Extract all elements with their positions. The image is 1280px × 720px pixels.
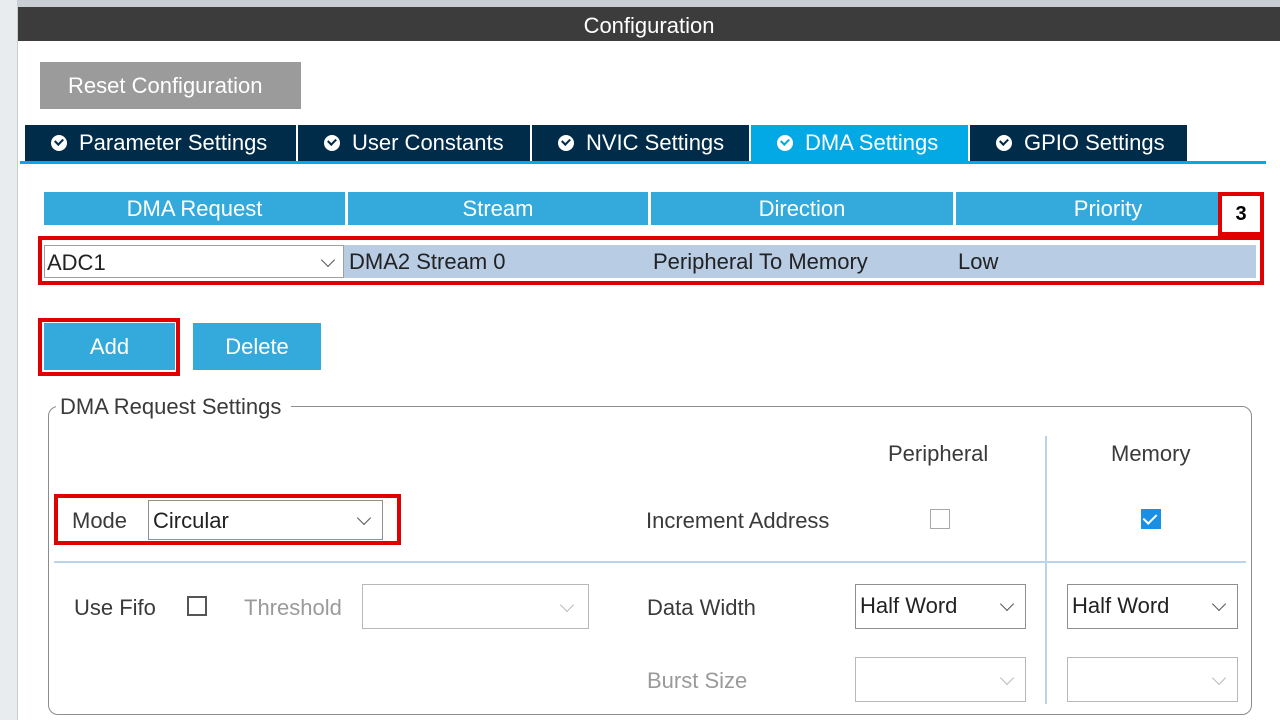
- column-header-priority[interactable]: Priority: [956, 192, 1260, 225]
- memory-header: Memory: [1111, 441, 1191, 466]
- left-panel-edge: [0, 0, 18, 720]
- column-header-stream[interactable]: Stream: [348, 192, 648, 225]
- tab-label: DMA Settings: [805, 130, 939, 155]
- tab-label: Parameter Settings: [79, 130, 268, 155]
- increment-address-label: Increment Address: [646, 508, 830, 533]
- check-circle-icon: [51, 135, 67, 151]
- row-divider: [54, 561, 1246, 563]
- column-divider: [1045, 436, 1047, 704]
- configuration-titlebar: Configuration: [18, 0, 1280, 41]
- memory-burst-size-select[interactable]: [1067, 657, 1238, 702]
- check-circle-icon: [996, 135, 1012, 151]
- tab-label: GPIO Settings: [1024, 130, 1165, 155]
- tab-label: User Constants: [352, 130, 504, 155]
- chevron-down-icon: [999, 596, 1015, 612]
- add-highlight-box: [38, 318, 180, 376]
- tab-dma-settings[interactable]: DMA Settings: [751, 125, 970, 161]
- memory-data-width-select[interactable]: Half Word: [1067, 584, 1238, 629]
- left-panel-border: [17, 0, 18, 720]
- burst-size-label: Burst Size: [647, 668, 748, 693]
- tab-parameter-settings[interactable]: Parameter Settings: [25, 125, 298, 161]
- chevron-down-icon: [559, 597, 575, 613]
- peripheral-increment-checkbox[interactable]: [930, 509, 950, 529]
- threshold-select[interactable]: [362, 584, 589, 629]
- threshold-label: Threshold: [244, 595, 342, 620]
- use-fifo-checkbox[interactable]: [187, 596, 207, 616]
- settings-tabs: Parameter Settings User Constants NVIC S…: [25, 125, 1189, 161]
- memory-increment-checkbox[interactable]: [1141, 509, 1161, 529]
- tab-underline: [20, 161, 1266, 164]
- mode-highlight-box: [54, 494, 401, 545]
- tab-user-constants[interactable]: User Constants: [298, 125, 532, 161]
- peripheral-data-width-select[interactable]: Half Word: [855, 584, 1026, 629]
- memory-data-width-value: Half Word: [1072, 593, 1170, 618]
- check-circle-icon: [324, 135, 340, 151]
- window-title: Configuration: [583, 13, 715, 38]
- delete-button[interactable]: Delete: [193, 323, 321, 370]
- checkmark-icon: [1142, 510, 1158, 525]
- tab-gpio-settings[interactable]: GPIO Settings: [970, 125, 1189, 161]
- column-header-dma-request[interactable]: DMA Request: [44, 192, 345, 225]
- peripheral-burst-size-select[interactable]: [855, 657, 1026, 702]
- check-circle-icon: [777, 135, 793, 151]
- settings-legend: DMA Request Settings: [56, 394, 292, 420]
- step-badge: 3: [1218, 192, 1264, 236]
- check-circle-icon: [558, 135, 574, 151]
- chevron-down-icon: [1211, 670, 1227, 686]
- tab-label: NVIC Settings: [586, 130, 725, 155]
- peripheral-data-width-value: Half Word: [860, 593, 958, 618]
- row-highlight-box: [38, 236, 1264, 285]
- tab-nvic-settings[interactable]: NVIC Settings: [532, 125, 751, 161]
- peripheral-header: Peripheral: [888, 441, 989, 466]
- reset-configuration-button[interactable]: Reset Configuration: [40, 62, 301, 109]
- chevron-down-icon: [1211, 596, 1227, 612]
- data-width-label: Data Width: [647, 595, 756, 620]
- column-header-direction[interactable]: Direction: [651, 192, 953, 225]
- use-fifo-label: Use Fifo: [74, 595, 156, 620]
- chevron-down-icon: [999, 670, 1015, 686]
